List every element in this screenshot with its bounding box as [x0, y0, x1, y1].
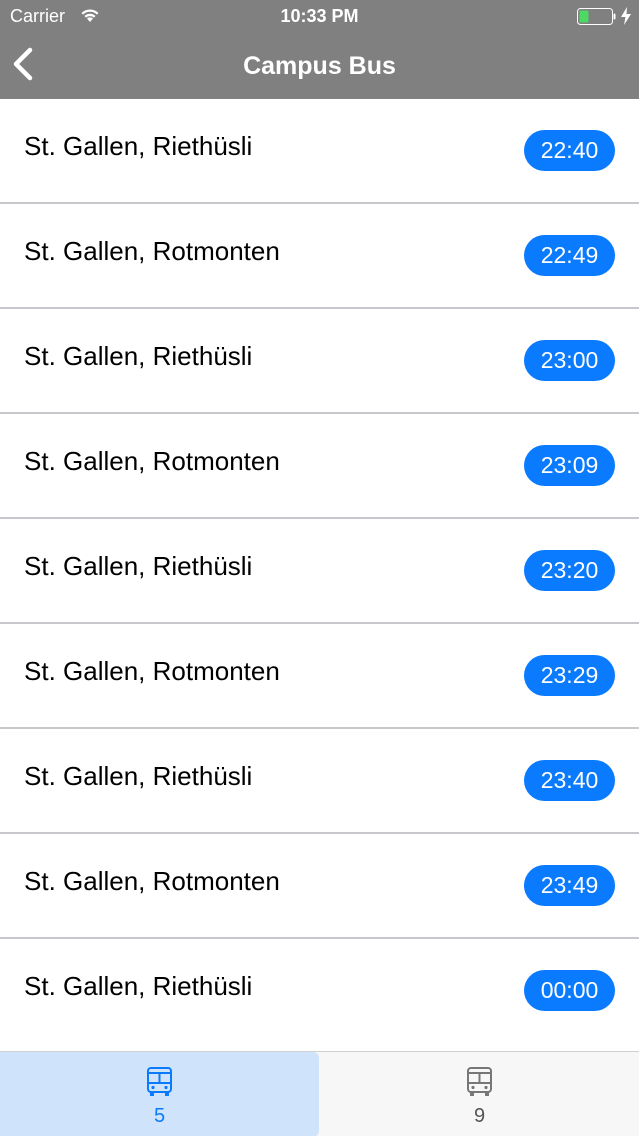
- destination-label: St. Gallen, Riethüsli: [24, 131, 253, 161]
- tab-line-9[interactable]: 9: [320, 1052, 639, 1136]
- list-item[interactable]: St. Gallen, Rotmonten 23:29: [0, 624, 639, 729]
- departure-time-badge: 00:00: [524, 970, 615, 1011]
- departure-time-badge: 23:29: [524, 655, 615, 696]
- departure-time-badge: 23:00: [524, 340, 615, 381]
- list-item[interactable]: St. Gallen, Rotmonten 23:49: [0, 834, 639, 939]
- status-time: 10:33 PM: [280, 6, 359, 26]
- list-item[interactable]: St. Gallen, Riethüsli 22:40: [0, 99, 639, 204]
- nav-bar: Campus Bus: [0, 33, 639, 99]
- destination-label: St. Gallen, Rotmonten: [24, 656, 280, 686]
- departure-time-badge: 23:40: [524, 760, 615, 801]
- departure-time-badge: 23:49: [524, 865, 615, 906]
- battery-icon: [577, 8, 616, 25]
- departure-time-badge: 23:09: [524, 445, 615, 486]
- status-bar: Carrier 10:33 PM: [0, 0, 639, 33]
- list-item[interactable]: St. Gallen, Rotmonten 23:09: [0, 414, 639, 519]
- list-item[interactable]: St. Gallen, Riethüsli 23:20: [0, 519, 639, 624]
- tab-label: 9: [473, 1105, 486, 1127]
- bus-icon: [467, 1067, 492, 1096]
- destination-label: St. Gallen, Riethüsli: [24, 971, 253, 1001]
- list-item[interactable]: St. Gallen, Riethüsli 00:00: [0, 939, 639, 1044]
- destination-label: St. Gallen, Rotmonten: [24, 446, 280, 476]
- destination-label: St. Gallen, Rotmonten: [24, 866, 280, 896]
- list-item[interactable]: St. Gallen, Riethüsli 23:00: [0, 309, 639, 414]
- bolt-icon: [621, 7, 631, 25]
- tab-line-5[interactable]: 5: [0, 1052, 319, 1136]
- destination-label: St. Gallen, Riethüsli: [24, 341, 253, 371]
- list-item[interactable]: St. Gallen, Rotmonten 22:49: [0, 204, 639, 309]
- departure-time-badge: 23:20: [524, 550, 615, 591]
- departure-time-badge: 22:49: [524, 235, 615, 276]
- destination-label: St. Gallen, Riethüsli: [24, 551, 253, 581]
- tab-label: 5: [153, 1105, 166, 1127]
- page-title: Campus Bus: [243, 52, 396, 80]
- tab-bar: 5 9: [0, 1051, 639, 1136]
- destination-label: St. Gallen, Rotmonten: [24, 236, 280, 266]
- departure-list[interactable]: St. Gallen, Riethüsli 22:40 St. Gallen, …: [0, 99, 639, 1051]
- bus-icon: [147, 1067, 172, 1096]
- list-item[interactable]: St. Gallen, Riethüsli 23:40: [0, 729, 639, 834]
- departure-time-badge: 22:40: [524, 130, 615, 171]
- destination-label: St. Gallen, Riethüsli: [24, 761, 253, 791]
